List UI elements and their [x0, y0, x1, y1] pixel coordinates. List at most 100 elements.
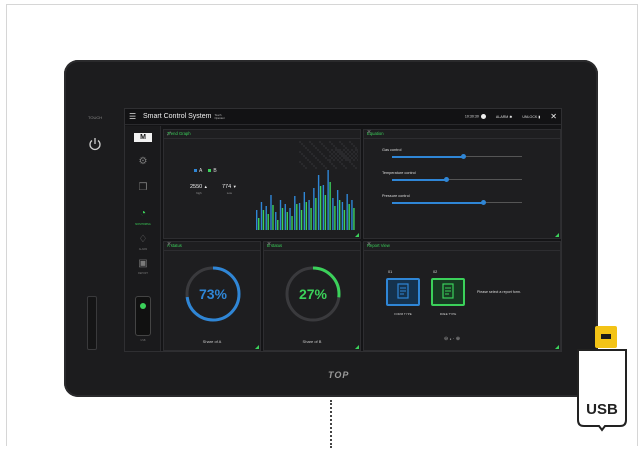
form-type-button[interactable]	[386, 278, 420, 306]
map-dot	[341, 151, 343, 153]
alarm-button[interactable]: ALARM ✱	[496, 115, 512, 119]
map-dot	[339, 153, 341, 155]
stat-b: 774 ▼ Low	[222, 184, 237, 195]
touch-label: TOUCH	[88, 115, 103, 120]
close-icon[interactable]: ×	[367, 241, 557, 248]
resize-handle[interactable]	[555, 345, 559, 349]
free-type-button[interactable]	[431, 278, 465, 306]
map-dot	[305, 157, 307, 159]
bar-A-18	[336, 190, 339, 230]
map-dot	[343, 153, 345, 155]
slider-thumb[interactable]	[444, 177, 450, 182]
status-area: 10:30:30 ALARM ✱ UNLOCK ▮ ✕	[465, 112, 561, 121]
map-dot	[303, 165, 305, 167]
power-icon[interactable]	[88, 137, 102, 151]
map-dot	[329, 151, 331, 153]
map-dot	[355, 147, 357, 149]
map-dot	[335, 149, 337, 151]
bar-A-7	[284, 204, 286, 230]
app-title: Smart Control System	[143, 113, 212, 120]
map-dot	[333, 151, 335, 153]
close-icon[interactable]: ✕	[550, 112, 557, 121]
bar-A-17	[332, 198, 334, 230]
bar-A-5	[275, 212, 277, 230]
resize-handle[interactable]	[355, 345, 359, 349]
resize-handle[interactable]	[255, 345, 259, 349]
slider-row: Temperature control	[382, 171, 532, 182]
map-dot	[331, 163, 333, 165]
usb-connector-slot	[601, 334, 611, 339]
map-dot	[345, 157, 347, 159]
map-dot	[311, 153, 313, 155]
sidebar-item-report[interactable]: ▣	[133, 254, 153, 274]
map-dot	[313, 145, 315, 147]
map-dot	[313, 165, 315, 167]
map-dot	[339, 149, 341, 151]
map-dot	[343, 165, 345, 167]
prev-icon[interactable]: ⊖	[444, 336, 448, 342]
bar-B-17	[334, 206, 336, 230]
bar-A-15	[322, 185, 325, 230]
map-dot	[337, 155, 339, 157]
map-dot	[305, 167, 307, 169]
unlock-button[interactable]: UNLOCK ▮	[522, 115, 540, 119]
bar-B-16	[329, 182, 331, 230]
menu-icon[interactable]: ☰	[129, 112, 137, 121]
map-dot	[307, 159, 309, 161]
cube-icon: ❒	[138, 182, 148, 193]
usb-port-icon[interactable]	[135, 296, 151, 336]
bar-A-1	[256, 210, 258, 230]
slider-track[interactable]	[392, 200, 522, 205]
map-dot	[331, 157, 333, 159]
usb-cable	[330, 400, 332, 448]
slider-fill	[392, 155, 464, 158]
map-dot	[349, 151, 351, 153]
map-dot	[315, 167, 317, 169]
close-icon[interactable]: ×	[367, 129, 557, 136]
report-header: Report View ×	[364, 241, 560, 251]
map-dot	[347, 157, 349, 159]
map-dot	[355, 153, 357, 155]
expand-icon[interactable]: ⤢	[167, 131, 357, 137]
next-icon[interactable]: ⊕	[456, 336, 460, 342]
sidebar-item-device[interactable]: ❒	[133, 178, 153, 198]
bar-B-11	[305, 202, 308, 230]
pager: ⊖ ● · ⊕	[444, 336, 461, 342]
map-dot	[333, 159, 335, 161]
map-dot	[327, 149, 329, 151]
slider-thumb[interactable]	[480, 200, 486, 205]
map-dot	[357, 149, 358, 151]
slider-thumb[interactable]	[461, 154, 466, 159]
map-dot	[321, 163, 323, 165]
sidebar-item-alarm[interactable]: ♢	[133, 230, 153, 250]
sidebar-item-settings[interactable]: ⚙	[133, 152, 153, 172]
map-dot	[321, 153, 323, 155]
a-status-panel: A status × 73% Share of A	[163, 241, 261, 351]
bar-B-8	[291, 216, 293, 230]
map-dot	[351, 143, 353, 145]
slider-track[interactable]	[392, 154, 522, 159]
close-icon[interactable]: ×	[167, 241, 257, 248]
map-dot	[349, 159, 351, 161]
map-dot	[329, 141, 331, 143]
map-dot	[341, 159, 343, 161]
sidebar-item-monitoring[interactable]: ◔	[133, 204, 153, 224]
close-icon[interactable]: ×	[267, 241, 357, 248]
b-status-caption: Share of B	[302, 339, 322, 344]
bar-A-11	[303, 192, 306, 230]
form-type-label: FORM TYPE	[394, 312, 412, 316]
resize-handle[interactable]	[355, 233, 359, 237]
bar-A-13	[313, 188, 315, 230]
slider-row: Gas control	[382, 148, 532, 159]
map-dot	[311, 163, 313, 165]
bar-A-20	[346, 194, 348, 230]
bar-A-21	[351, 200, 353, 230]
resize-handle[interactable]	[555, 233, 559, 237]
usb-side-label: USB	[140, 339, 146, 342]
legend-b-swatch	[208, 169, 212, 173]
a-status-header: A status ×	[164, 241, 260, 251]
chart-icon: ◔	[139, 208, 147, 219]
page-dot: ●	[449, 337, 452, 341]
map-dot	[339, 141, 341, 143]
slider-track[interactable]	[392, 177, 522, 182]
